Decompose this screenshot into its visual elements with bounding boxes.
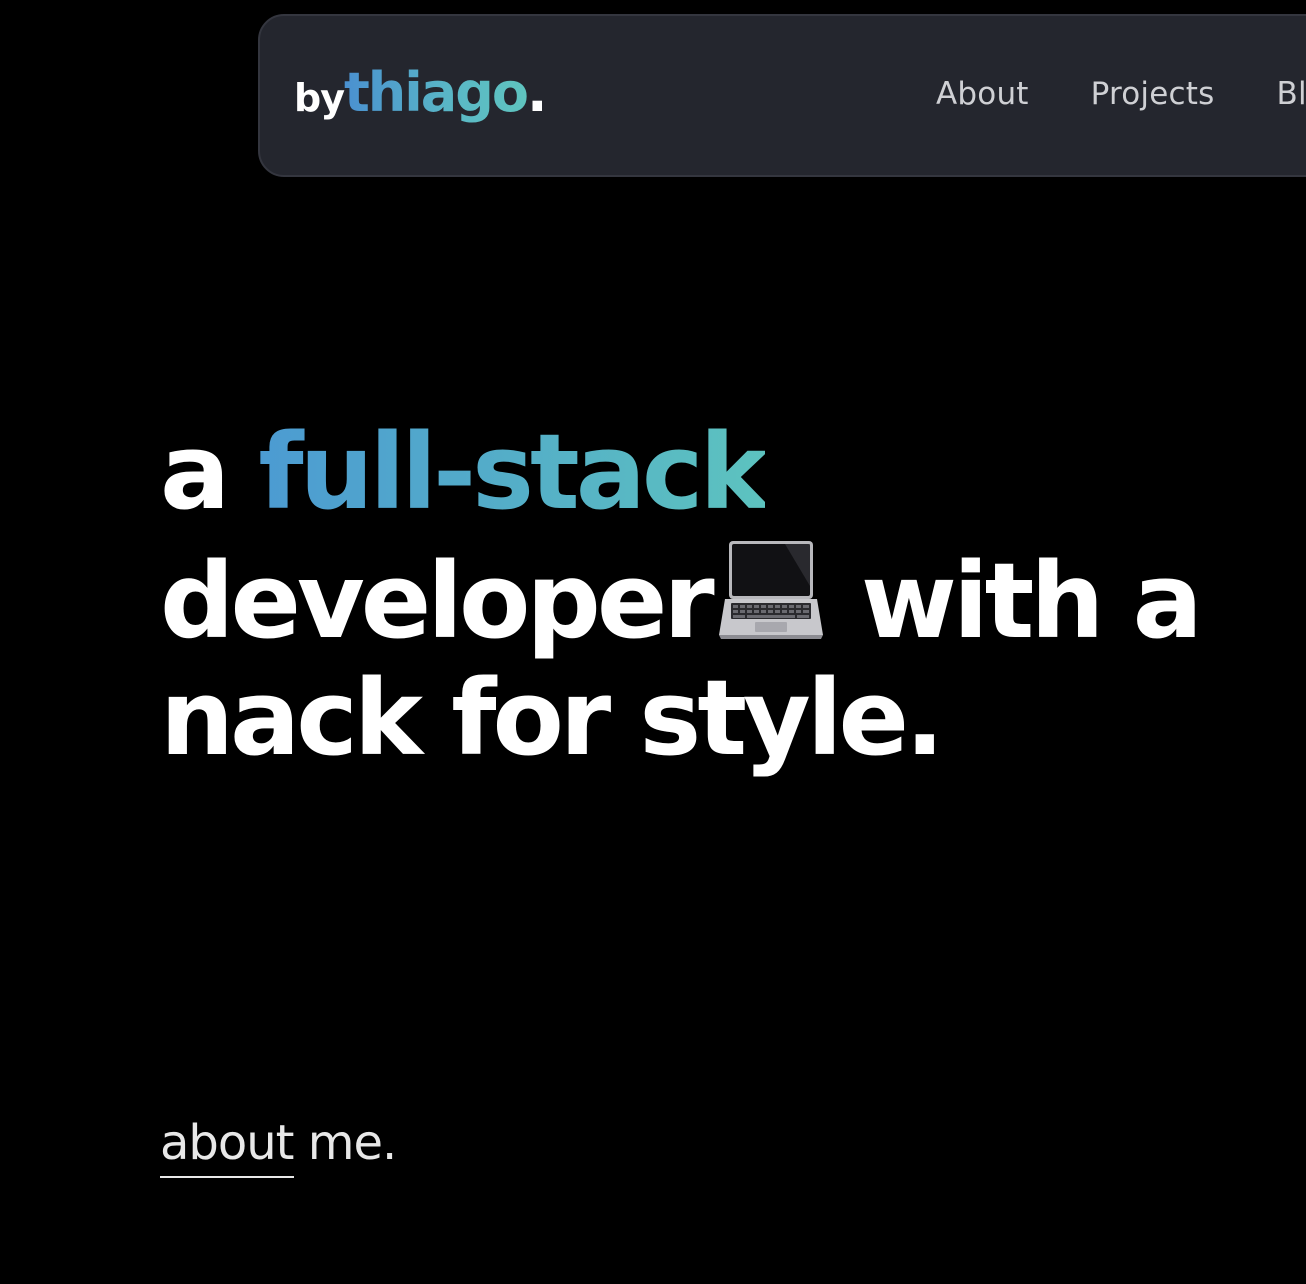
hero-line-2: developer with a bbox=[160, 531, 1300, 660]
hero-line-1: a full-stack bbox=[160, 414, 1300, 531]
nav-links: About Projects Bl bbox=[936, 76, 1306, 112]
hero-accent-text: full-stack bbox=[258, 411, 768, 533]
nav-link-blog[interactable]: Bl bbox=[1276, 76, 1306, 112]
site-logo[interactable]: bythiago. bbox=[294, 66, 547, 120]
hero-line-3: nack for style. bbox=[160, 657, 945, 779]
about-me-link[interactable]: about bbox=[160, 1112, 294, 1178]
page: bythiago. About Projects Bl a full-stack… bbox=[0, 0, 1306, 1284]
navbar: bythiago. About Projects Bl bbox=[258, 14, 1306, 177]
about-me-section: about me. bbox=[160, 1112, 398, 1178]
hero-line-2-suffix: with a bbox=[828, 540, 1203, 662]
logo-name: thiago bbox=[343, 61, 529, 124]
hero-line-2-word: developer bbox=[160, 540, 715, 662]
logo-prefix: by bbox=[294, 76, 345, 120]
nav-link-projects[interactable]: Projects bbox=[1091, 76, 1215, 112]
about-me-rest: me. bbox=[293, 1115, 398, 1171]
hero-line-1-prefix: a bbox=[160, 411, 259, 533]
logo-suffix: . bbox=[526, 61, 548, 124]
hero-headline: a full-stack developer with a nack for s… bbox=[160, 414, 1300, 777]
laptop-icon bbox=[718, 541, 823, 639]
nav-link-about[interactable]: About bbox=[936, 76, 1029, 112]
